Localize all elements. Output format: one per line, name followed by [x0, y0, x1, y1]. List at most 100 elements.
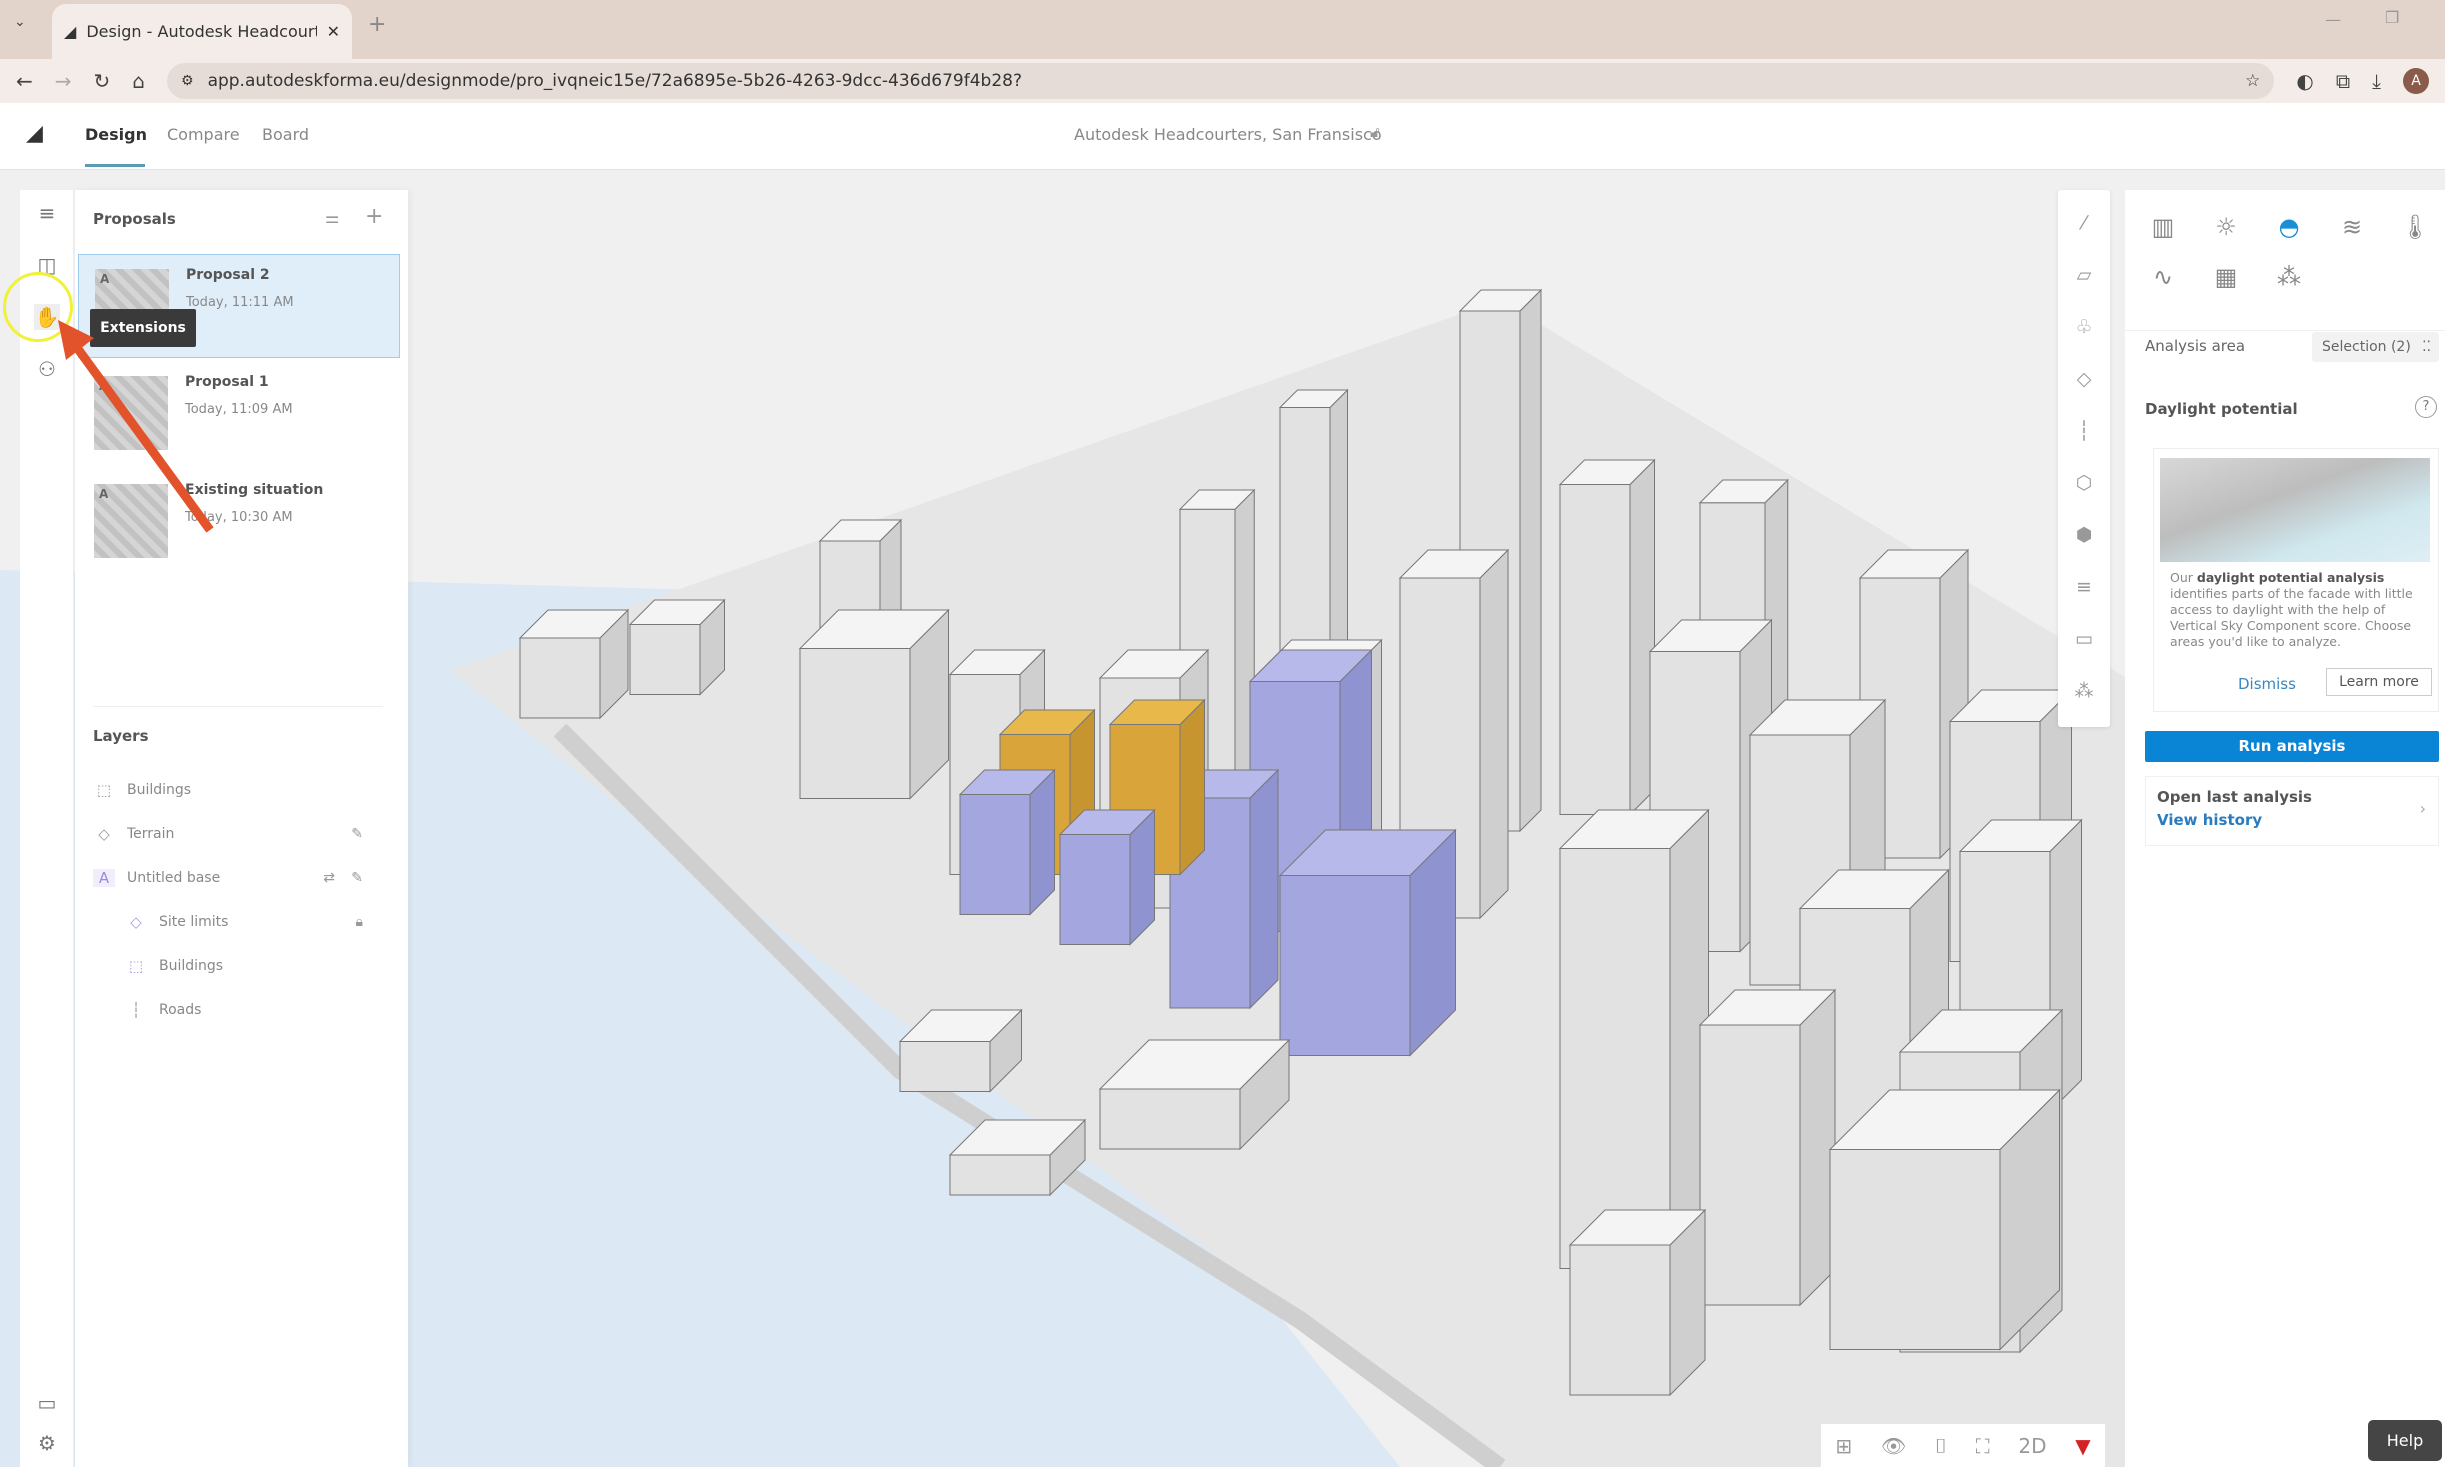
tab-compare[interactable]: Compare — [167, 125, 240, 144]
label-icon[interactable]: ▭ — [2071, 626, 2097, 652]
building-face — [1699, 1024, 1801, 1306]
restore-icon[interactable]: ❐ — [2385, 8, 2399, 27]
open-last-analysis[interactable]: Open last analysis View history › — [2145, 776, 2439, 846]
components-icon[interactable]: ⁂ — [2071, 678, 2097, 704]
building-face — [1569, 1244, 1671, 1396]
building-face — [1829, 1149, 2001, 1350]
run-analysis-button[interactable]: Run analysis — [2145, 731, 2439, 762]
add-proposal-icon[interactable]: + — [365, 204, 383, 229]
building-face — [1099, 1088, 1241, 1150]
browser-tab[interactable]: ◢ Design - Autodesk Headcourters ✕ — [52, 4, 352, 59]
camera-icon[interactable]: ⌷ — [1935, 1434, 1947, 1458]
road-icon[interactable]: ┆ — [2071, 418, 2097, 444]
analysis-area-select[interactable]: Selection (2) ⁚⁚ — [2312, 332, 2439, 362]
daylight-preview-image — [2160, 458, 2430, 562]
measure-icon[interactable]: ▱ — [2071, 262, 2097, 288]
align-icon[interactable]: ≡ — [2071, 574, 2097, 600]
menu-icon[interactable]: ≡ — [34, 200, 60, 226]
building-face — [1059, 834, 1131, 945]
layer-buildings[interactable]: ⬚ Buildings — [93, 778, 393, 802]
building-face — [949, 1154, 1051, 1196]
reload-icon[interactable]: ↻ — [94, 69, 111, 93]
compass-icon[interactable]: ▼ — [2075, 1434, 2090, 1458]
tab-board[interactable]: Board — [262, 125, 309, 144]
url-text: app.autodeskforma.eu/designmode/pro_ivqn… — [207, 71, 1022, 91]
grid-ruler-icon[interactable]: ⊞ — [1835, 1434, 1852, 1458]
forma-logo-icon: ◢ — [64, 22, 77, 41]
learn-more-button[interactable]: Learn more — [2326, 668, 2432, 696]
solar-panel-icon[interactable]: ▦ — [2209, 260, 2243, 294]
lock-icon[interactable]: 🔒︎ — [356, 914, 363, 930]
building-face — [519, 637, 601, 719]
bookmark-star-icon[interactable]: ☆ — [2245, 71, 2260, 91]
profile-avatar[interactable]: A — [2403, 68, 2429, 94]
edit-pencil-icon[interactable]: ✎ — [351, 870, 363, 886]
chevron-right-icon: › — [2419, 799, 2426, 818]
swap-icon[interactable]: ⇄ — [323, 870, 335, 886]
layer-roads[interactable]: ┆ Roads — [125, 998, 393, 1022]
building-face — [1559, 848, 1671, 1269]
keyboard-icon[interactable]: ▭ — [34, 1390, 60, 1416]
close-tab-icon[interactable]: ✕ — [327, 22, 340, 41]
url-bar[interactable]: ⚙ app.autodeskforma.eu/designmode/pro_iv… — [167, 63, 2275, 99]
zone-icon[interactable]: ◇ — [2071, 366, 2097, 392]
building-icon[interactable]: ⬡ — [2071, 470, 2097, 496]
building-face — [899, 1041, 991, 1092]
thermometer-icon[interactable]: 🌡︎ — [2398, 210, 2432, 244]
home-icon[interactable]: ⌂ — [132, 69, 145, 93]
building-face — [1179, 698, 1205, 876]
microclimate-icon[interactable]: ⁂ — [2272, 260, 2306, 294]
focus-icon[interactable]: ⛶ — [1976, 1434, 1990, 1458]
daylight-icon[interactable]: ◓ — [2272, 210, 2306, 244]
back-icon[interactable]: ← — [16, 69, 33, 93]
modeling-toolbar: ⁄ ▱ ♧ ◇ ┆ ⬡ ⬢ ≡ ▭ ⁂ — [2058, 190, 2110, 727]
tree-icon[interactable]: ♧ — [2071, 314, 2097, 340]
minimize-icon[interactable]: — — [2325, 10, 2341, 29]
tab-list-chevron-icon[interactable]: ⌄ — [14, 14, 26, 30]
active-tab-indicator — [85, 164, 145, 167]
building-face — [1479, 548, 1509, 920]
help-button[interactable]: Help — [2368, 1420, 2442, 1461]
tab-title: Design - Autodesk Headcourters — [86, 22, 316, 41]
extensions-puzzle-icon[interactable]: ⧉ — [2336, 69, 2350, 93]
settings-icon[interactable]: ⚙ — [34, 1430, 60, 1456]
2d-toggle[interactable]: 2D — [2018, 1434, 2046, 1458]
new-tab-icon[interactable]: + — [368, 12, 386, 37]
filter-sliders-icon[interactable]: ⚌ — [325, 208, 339, 227]
project-title[interactable]: Autodesk Headcourters, San Fransisco — [1074, 125, 1382, 144]
buildings-icon: ⬚ — [96, 781, 112, 799]
tab-design[interactable]: Design — [85, 125, 147, 144]
browser-tab-bar: ⌄ ◢ Design - Autodesk Headcourters ✕ + —… — [0, 0, 2445, 59]
bar-chart-icon[interactable]: ▥ — [2146, 210, 2180, 244]
noise-icon[interactable]: ∿ — [2146, 260, 2180, 294]
layer-site-limits[interactable]: ◇ Site limits 🔒︎ — [125, 910, 393, 934]
info-card: Our daylight potential analysis identifi… — [2153, 448, 2439, 712]
extension-icon[interactable]: ◐ — [2296, 69, 2313, 93]
divider — [93, 706, 383, 707]
wind-icon[interactable]: ≋ — [2335, 210, 2369, 244]
proposal-time: Today, 11:11 AM — [186, 295, 294, 310]
help-circle-icon[interactable]: ? — [2415, 396, 2437, 418]
card-description: Our daylight potential analysis identifi… — [2170, 570, 2413, 649]
dismiss-button[interactable]: Dismiss — [2238, 675, 2296, 693]
layer-terrain[interactable]: ◇ Terrain ✎ — [93, 822, 393, 846]
open-last-label: Open last analysis — [2157, 788, 2312, 806]
layer-untitled-base[interactable]: A Untitled base ⇄ ✎ — [93, 866, 393, 890]
site-settings-icon[interactable]: ⚙ — [181, 73, 194, 89]
magic-wand-icon[interactable]: ⁄ — [2071, 210, 2097, 236]
layer-base-buildings[interactable]: ⬚ Buildings — [125, 954, 393, 978]
sun-icon[interactable]: ☼ — [2209, 210, 2243, 244]
layers-title: Layers — [93, 727, 149, 745]
analysis-area-label: Analysis area — [2145, 337, 2246, 355]
building-face — [629, 624, 701, 695]
unlock-icon[interactable]: 🔓︎ — [1370, 123, 1380, 141]
drag-handle-icon: ⁚⁚ — [2422, 339, 2431, 355]
terrain-icon: ◇ — [98, 825, 110, 843]
building-face — [1559, 484, 1631, 815]
download-icon[interactable]: ⤓ — [2372, 69, 2381, 93]
shape-icon[interactable]: ⬢ — [2071, 522, 2097, 548]
view-history-link[interactable]: View history — [2157, 811, 2262, 829]
eye-icon[interactable]: 👁︎ — [1881, 1434, 1906, 1458]
forward-icon[interactable]: → — [55, 69, 72, 93]
edit-pencil-icon[interactable]: ✎ — [351, 826, 363, 842]
